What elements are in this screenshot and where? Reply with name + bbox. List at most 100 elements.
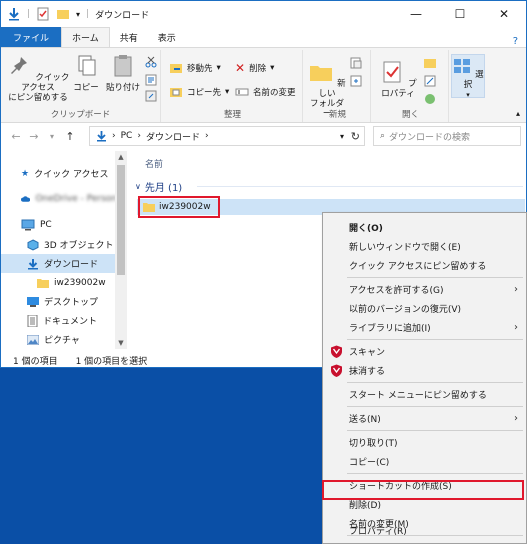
- menu-item-label: アクセスを許可する(G): [349, 286, 444, 296]
- scroll-down-icon[interactable]: ▼: [115, 339, 127, 347]
- navigation-pane-scrollbar[interactable]: ▲ ▼: [115, 151, 127, 349]
- nav-label: ダウンロード: [44, 260, 99, 270]
- delete-ribbon-label: 削除: [249, 64, 267, 74]
- ribbon: クイック アクセス にピン留めする コピー 貼り付け クリップボード 移動先▾: [1, 47, 526, 123]
- document-icon: [27, 314, 38, 327]
- maximize-button[interactable]: ☐: [438, 1, 482, 27]
- tab-share[interactable]: 共有: [110, 27, 148, 47]
- address-dropdown-icon[interactable]: ▾: [340, 132, 344, 141]
- breadcrumb-downloads[interactable]: ダウンロード: [146, 130, 200, 143]
- rename-icon: [235, 88, 249, 96]
- mcafee-shield-icon: [331, 364, 342, 377]
- column-header-name[interactable]: 名前: [145, 157, 163, 170]
- minimize-button[interactable]: —: [394, 1, 438, 27]
- open-icon[interactable]: [423, 56, 437, 70]
- new-item-icon[interactable]: [349, 56, 363, 70]
- mcafee-shield-icon: [331, 345, 342, 358]
- copy-to-label: コピー先: [187, 88, 222, 98]
- paste-button[interactable]: 貼り付け: [105, 54, 141, 93]
- easy-access-icon[interactable]: [349, 74, 363, 88]
- breadcrumb-pc[interactable]: PC: [121, 131, 133, 141]
- picture-icon: [27, 334, 39, 345]
- nav-pc[interactable]: PC: [1, 215, 117, 234]
- nav-3d-objects[interactable]: 3D オブジェクト: [1, 235, 117, 254]
- pin-quick-access-button[interactable]: クイック アクセス にピン留めする: [5, 54, 71, 103]
- select-button[interactable]: 選択 ▾: [451, 54, 485, 99]
- computer-icon: [21, 219, 35, 230]
- menu-item-open-new-window[interactable]: 新しいウィンドウで開く(E): [323, 237, 526, 256]
- tab-view[interactable]: 表示: [148, 27, 186, 47]
- up-arrow-icon[interactable]: ↑: [61, 130, 79, 143]
- copy-to-button[interactable]: コピー先 ▾: [169, 84, 229, 100]
- customize-toolbar-icon[interactable]: ▾: [76, 10, 80, 19]
- new-folder-icon[interactable]: [56, 7, 70, 21]
- submenu-arrow-icon: ›: [514, 413, 518, 424]
- copy-button[interactable]: コピー: [71, 54, 101, 93]
- nav-documents[interactable]: ドキュメント: [1, 311, 117, 330]
- recent-locations-icon[interactable]: ▾: [43, 132, 61, 141]
- menu-item-pin-quick-access[interactable]: クイック アクセスにピン留めする: [323, 256, 526, 275]
- menu-item-shred[interactable]: 抹消する: [323, 361, 526, 380]
- nav-label: クイック アクセス: [34, 170, 109, 180]
- cut-icon[interactable]: [145, 56, 157, 68]
- menu-item-give-access[interactable]: アクセスを許可する(G) ›: [323, 280, 526, 299]
- breadcrumb-chevron-icon: ›: [204, 131, 209, 141]
- menu-item-pin-start[interactable]: スタート メニューにピン留めする: [323, 385, 526, 404]
- submenu-arrow-icon: ›: [514, 284, 518, 295]
- menu-item-include-library[interactable]: ライブラリに追加(I) ›: [323, 318, 526, 337]
- collapse-ribbon-icon[interactable]: ▴: [516, 109, 520, 118]
- menu-item-scan[interactable]: スキャン: [323, 342, 526, 361]
- properties-ribbon-button[interactable]: プロパティ: [377, 60, 419, 99]
- group-header[interactable]: ∨ 先月 (1): [135, 179, 523, 194]
- history-icon[interactable]: [423, 92, 437, 106]
- menu-separator: [347, 277, 523, 278]
- properties-check-icon[interactable]: [36, 7, 50, 21]
- forward-arrow-icon[interactable]: →: [25, 130, 43, 143]
- delete-ribbon-button[interactable]: ✕ 削除 ▾: [235, 60, 274, 76]
- copy-label: コピー: [73, 83, 99, 93]
- nav-pictures[interactable]: ピクチャ: [1, 330, 117, 349]
- menu-item-open[interactable]: 開く(O): [323, 218, 526, 237]
- copy-path-icon[interactable]: [145, 74, 157, 86]
- paste-icon: [114, 55, 132, 77]
- address-bar[interactable]: › PC › ダウンロード › ▾ ↻: [89, 126, 365, 146]
- group-header-label: 先月 (1): [144, 183, 183, 194]
- copy-icon: [78, 55, 96, 76]
- back-arrow-icon[interactable]: ←: [7, 130, 25, 143]
- menu-item-copy[interactable]: コピー(C): [323, 452, 526, 471]
- menu-item-send-to[interactable]: 送る(N) ›: [323, 409, 526, 428]
- edit-icon[interactable]: [423, 74, 437, 88]
- scrollbar-thumb[interactable]: [117, 165, 125, 275]
- menu-item-label: 新しいウィンドウで開く(E): [349, 243, 461, 253]
- nav-label: iw239002w: [54, 277, 106, 288]
- menu-item-cut[interactable]: 切り取り(T): [323, 433, 526, 452]
- status-selected-count: 1 個の項目を選択: [75, 356, 148, 367]
- paste-shortcut-icon[interactable]: [145, 90, 157, 102]
- search-box[interactable]: ⌕ ダウンロードの検索: [373, 126, 521, 146]
- menu-item-restore-versions[interactable]: 以前のバージョンの復元(V): [323, 299, 526, 318]
- help-icon[interactable]: ?: [513, 36, 518, 47]
- nav-label: 3D オブジェクト: [44, 241, 114, 251]
- group-divider: [197, 186, 523, 187]
- desktop-icon: [27, 296, 39, 307]
- quick-access-toolbar: | ▾ |: [1, 7, 89, 21]
- nav-downloads[interactable]: ダウンロード: [1, 254, 117, 273]
- tab-home[interactable]: ホーム: [61, 27, 110, 47]
- menu-item-label: スキャン: [349, 348, 386, 358]
- nav-subfolder[interactable]: iw239002w: [1, 273, 117, 292]
- menu-item-label: コピー(C): [349, 458, 390, 468]
- scroll-up-icon[interactable]: ▲: [115, 153, 127, 161]
- collapse-chevron-icon: ∨: [135, 182, 141, 191]
- nav-onedrive[interactable]: OneDrive - Person: [1, 189, 117, 208]
- rename-ribbon-button[interactable]: 名前の変更: [235, 84, 296, 100]
- menu-item-properties[interactable]: プロパティ(R): [323, 521, 526, 540]
- nav-quick-access[interactable]: ★ クイック アクセス: [1, 164, 117, 183]
- move-to-icon: [170, 64, 182, 73]
- download-folder-icon: [97, 131, 106, 142]
- nav-desktop[interactable]: デスクトップ: [1, 292, 117, 311]
- refresh-icon[interactable]: ↻: [351, 130, 360, 143]
- download-arrow-icon: [28, 258, 38, 269]
- close-button[interactable]: ✕: [482, 1, 526, 27]
- tab-file[interactable]: ファイル: [1, 27, 62, 47]
- move-to-button[interactable]: 移動先 ▾: [169, 60, 221, 76]
